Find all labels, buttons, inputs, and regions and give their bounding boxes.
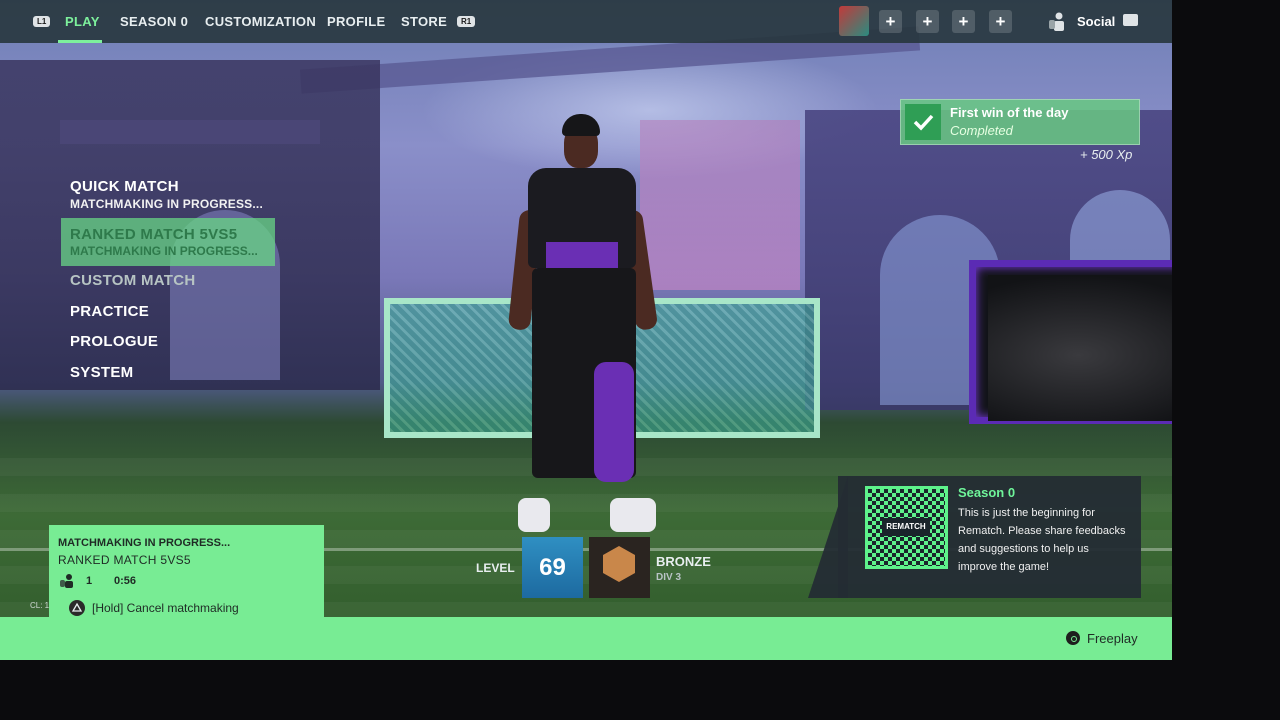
invite-slot-3-button[interactable]: +: [952, 10, 975, 33]
checkmark-icon: [905, 104, 941, 140]
active-tab-indicator: [58, 40, 102, 43]
game-screen: L1 PLAY SEASON 0 CUSTOMIZATION PROFILE S…: [0, 0, 1172, 660]
character-cap: [562, 114, 600, 136]
tab-play[interactable]: PLAY: [65, 14, 100, 29]
l1-button-icon[interactable]: L1: [33, 16, 51, 27]
season-title: Season 0: [958, 485, 1016, 500]
ranked-match-status: MATCHMAKING IN PROGRESS...: [70, 244, 258, 258]
cancel-matchmaking-button[interactable]: [Hold] Cancel matchmaking: [92, 601, 239, 615]
triangle-button-icon[interactable]: [69, 600, 85, 616]
matchmaking-title: MATCHMAKING IN PROGRESS...: [58, 537, 231, 549]
player-character[interactable]: [507, 112, 670, 542]
matchmaking-mode: RANKED MATCH 5VS5: [58, 553, 191, 567]
qr-logo: REMATCH: [882, 518, 930, 536]
menu-ranked-match[interactable]: RANKED MATCH 5VS5: [70, 226, 237, 243]
tab-season-0[interactable]: SEASON 0: [120, 14, 188, 29]
tab-customization[interactable]: CUSTOMIZATION: [205, 14, 316, 29]
r1-button-icon[interactable]: R1: [457, 16, 476, 27]
menu-practice[interactable]: PRACTICE: [70, 303, 149, 320]
player-level[interactable]: 69: [522, 537, 583, 598]
keyboard-icon[interactable]: [1123, 14, 1138, 26]
webcam-feed: [988, 275, 1172, 421]
menu-custom-match[interactable]: CUSTOM MATCH: [70, 272, 196, 289]
season-message: This is just the beginning for Rematch. …: [958, 507, 1126, 573]
tab-store[interactable]: STORE: [401, 14, 447, 29]
quest-title: First win of the day: [950, 105, 1069, 120]
bottom-bar: [0, 617, 1172, 660]
webcam-overlay: [969, 260, 1172, 424]
client-version-label: CL: 1: [30, 601, 50, 610]
social-people-icon[interactable]: [1048, 12, 1066, 31]
matchmaking-timer: 0:56: [114, 575, 137, 587]
invite-slot-1-button[interactable]: +: [879, 10, 902, 33]
party-size: 1: [86, 575, 93, 587]
menu-quick-match[interactable]: QUICK MATCH: [70, 178, 179, 195]
quick-match-status: MATCHMAKING IN PROGRESS...: [70, 197, 263, 211]
invite-slot-4-button[interactable]: +: [989, 10, 1012, 33]
character-jersey-band: [546, 242, 618, 270]
character-shoe-right: [610, 498, 656, 532]
party-members-icon: [60, 574, 73, 588]
quest-notification: First win of the day Completed: [900, 99, 1140, 145]
tab-profile[interactable]: PROFILE: [327, 14, 385, 29]
menu-prologue[interactable]: PROLOGUE: [70, 333, 158, 350]
social-label[interactable]: Social: [1077, 14, 1115, 29]
character-pant-stripe: [594, 362, 634, 482]
freeplay-button[interactable]: Freeplay: [1087, 631, 1138, 646]
circle-button-icon[interactable]: [1066, 631, 1080, 645]
stadium-ledge: [60, 120, 320, 144]
rank-division: DIV 3: [656, 572, 682, 583]
character-shoe-left: [518, 498, 550, 532]
level-label: LEVEL: [476, 561, 515, 575]
invite-slot-2-button[interactable]: +: [916, 10, 939, 33]
quest-reward: + 500 Xp: [1080, 147, 1133, 162]
player-avatar[interactable]: [839, 6, 869, 36]
quest-status: Completed: [950, 123, 1013, 138]
rank-name: BRONZE: [656, 554, 711, 569]
menu-system[interactable]: SYSTEM: [70, 364, 133, 381]
